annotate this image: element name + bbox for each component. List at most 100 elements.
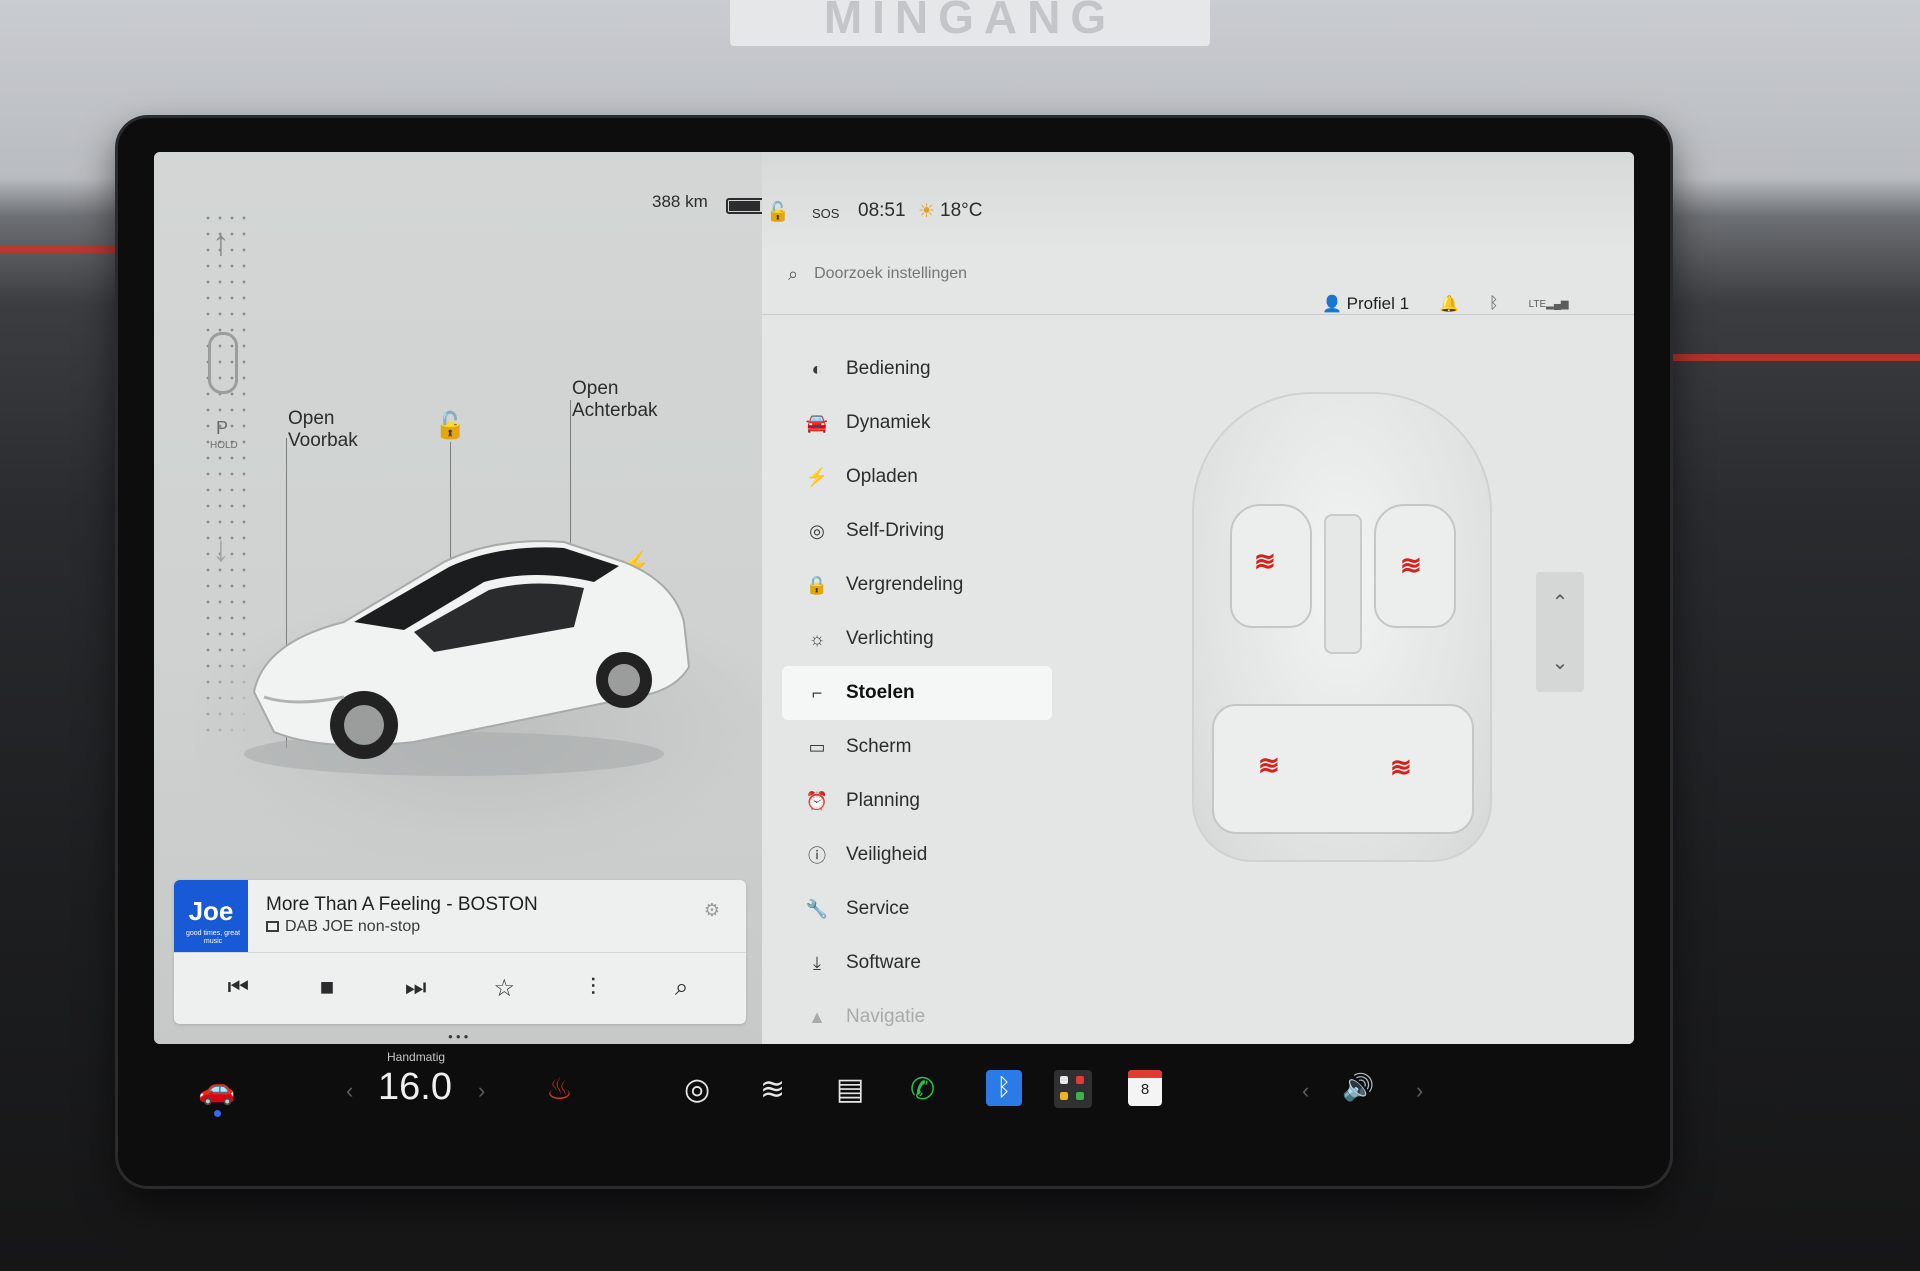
dashboard-accent-right: [1660, 354, 1920, 361]
menu-label: Scherm: [846, 736, 912, 757]
menu-label: Stoelen: [846, 682, 915, 703]
profile-bar: 👤 Profiel 1 🔔 ᛒ LTE▂▄▆: [1322, 294, 1569, 314]
car-3d-model: [234, 492, 734, 782]
bolt-icon: ⚡: [805, 466, 829, 487]
menu-item-opladen[interactable]: ⚡ Opladen: [782, 450, 1052, 504]
menu-label: Veiligheid: [846, 844, 928, 865]
station-name-text: DAB JOE non-stop: [285, 918, 421, 935]
stop-icon[interactable]: ■: [307, 974, 347, 1002]
profile-person-icon: 👤: [1322, 296, 1342, 313]
menu-item-veiligheid[interactable]: ⓘ Veiligheid: [782, 828, 1052, 882]
search-divider: [762, 314, 1634, 315]
menu-label: Verlichting: [846, 628, 934, 649]
scroll-up-chevron-icon[interactable]: ⌃: [1552, 590, 1569, 615]
car-icon: 🚘: [805, 412, 829, 433]
menu-item-stoelen[interactable]: ⌐ Stoelen: [782, 666, 1052, 720]
battery-icon: [726, 198, 766, 214]
volume-icon[interactable]: 🔊: [1342, 1072, 1374, 1103]
volume-down-chevron-icon[interactable]: ‹: [1302, 1078, 1309, 1104]
scroll-control: ⌃ ⌄: [1536, 572, 1584, 692]
gear-up-arrow-icon[interactable]: ↑: [212, 222, 230, 264]
previous-track-icon[interactable]: ⏮: [218, 974, 258, 1002]
menu-item-dynamiek[interactable]: 🚘 Dynamiek: [782, 396, 1052, 450]
page-indicator-dots: ●●●: [448, 1032, 472, 1041]
menu-item-planning[interactable]: ⏰ Planning: [782, 774, 1052, 828]
temp-up-chevron-icon[interactable]: ›: [478, 1078, 485, 1104]
unlock-icon[interactable]: 🔓: [434, 410, 466, 441]
download-icon: ⤓: [813, 952, 821, 973]
seat-heater-driver-icon[interactable]: ≋: [1254, 546, 1276, 577]
bluetooth-status-icon[interactable]: ᛒ: [1489, 295, 1499, 313]
search-input[interactable]: [814, 265, 1235, 283]
open-frunk-button[interactable]: Open Voorbak: [288, 408, 358, 452]
menu-item-self-driving[interactable]: ◎ Self-Driving: [782, 504, 1052, 558]
seat-heater-rear-right-icon[interactable]: ≋: [1390, 752, 1412, 783]
steering-wheel-heat-icon[interactable]: ◎: [684, 1072, 710, 1107]
menu-item-vergrendeling[interactable]: 🔒 Vergrendeling: [782, 558, 1052, 612]
phone-icon[interactable]: ✆: [910, 1072, 935, 1107]
car-icon[interactable]: 🚗: [198, 1072, 235, 1107]
rear-bench: [1212, 704, 1474, 834]
light-icon: ☼: [808, 628, 826, 649]
seat-heater-passenger-icon[interactable]: ≋: [1400, 550, 1422, 581]
menu-item-navigatie[interactable]: ▲ Navigatie: [782, 990, 1052, 1044]
equalizer-icon[interactable]: ⫶: [573, 974, 613, 1002]
menu-label: Software: [846, 952, 921, 973]
gear-down-arrow-icon[interactable]: ↓: [212, 528, 230, 570]
media-search-icon[interactable]: ⌕: [662, 974, 702, 1002]
notification-bell-icon[interactable]: 🔔: [1439, 294, 1459, 314]
app-launcher-icon[interactable]: [1054, 1070, 1092, 1108]
next-track-icon[interactable]: ⏭: [396, 974, 436, 1002]
temp-down-chevron-icon[interactable]: ‹: [346, 1078, 353, 1104]
menu-label: Self-Driving: [846, 520, 945, 541]
calendar-day: 8: [1140, 1081, 1150, 1098]
weather-sun-icon: ☀: [918, 201, 936, 222]
seat-heater-icon[interactable]: ♨: [546, 1072, 573, 1107]
menu-item-software[interactable]: ⤓ Software: [782, 936, 1052, 990]
steering-wheel-icon: ◎: [809, 520, 825, 541]
menu-label: Opladen: [846, 466, 918, 487]
favorite-star-icon[interactable]: ☆: [484, 974, 524, 1003]
menu-item-service[interactable]: 🔧 Service: [782, 882, 1052, 936]
media-player: Joe good times, great music More Than A …: [174, 880, 746, 1024]
bluetooth-icon[interactable]: ᛒ: [986, 1070, 1022, 1106]
media-controls: ⏮ ■ ⏭ ☆ ⫶ ⌕: [174, 958, 746, 1018]
menu-item-scherm[interactable]: ▭ Scherm: [782, 720, 1052, 774]
trunk-label-line1: Open: [572, 378, 619, 399]
menu-label: Service: [846, 898, 910, 919]
menu-label: Navigatie: [846, 1006, 926, 1027]
calendar-header: [1128, 1070, 1162, 1078]
station-logo[interactable]: Joe good times, great music: [174, 880, 248, 952]
seat-icon: ⌐: [811, 682, 823, 703]
toggle-icon: ◐: [811, 358, 823, 379]
display-icon: ▭: [808, 736, 826, 757]
volume-up-chevron-icon[interactable]: ›: [1416, 1078, 1423, 1104]
settings-search[interactable]: ⌕: [788, 252, 1308, 296]
frunk-label-line2: Voorbak: [288, 430, 358, 451]
calendar-icon[interactable]: 8: [1128, 1070, 1162, 1106]
source-settings-icon[interactable]: ⚙: [704, 900, 720, 921]
outside-temperature: 18°C: [940, 200, 983, 221]
open-trunk-button[interactable]: Open Achterbak: [572, 378, 658, 422]
lte-signal-icon: LTE▂▄▆: [1528, 298, 1569, 310]
menu-label: Dynamiek: [846, 412, 931, 433]
settings-panel: 🔓 SOS 08:51 ☀ 18°C ⌕ 👤 Profiel 1 🔔 ᛒ LTE…: [762, 152, 1634, 1044]
warning-icon: ⓘ: [808, 846, 826, 866]
menu-label: Planning: [846, 790, 920, 811]
rear-defrost-icon[interactable]: ▤: [836, 1072, 864, 1107]
lock-status-icon[interactable]: 🔓: [766, 200, 790, 224]
gear-car-icon: [208, 332, 238, 394]
cabin-temperature[interactable]: 16.0: [378, 1066, 452, 1109]
menu-item-verlichting[interactable]: ☼ Verlichting: [782, 612, 1052, 666]
sos-indicator[interactable]: SOS: [812, 206, 839, 221]
profile-button[interactable]: 👤 Profiel 1: [1322, 294, 1409, 314]
scroll-down-chevron-icon[interactable]: ⌄: [1552, 650, 1569, 675]
lock-icon: 🔒: [805, 574, 829, 595]
touchscreen: 388 km ↑ P HOLD ↓ Open Voorbak Open Acht…: [154, 152, 1634, 1044]
seat-heating-diagram: ≋ ≋ ≋ ≋: [1192, 392, 1492, 862]
menu-item-bediening[interactable]: ◐ Bediening: [782, 342, 1052, 396]
settings-menu: ◐ Bediening 🚘 Dynamiek ⚡ Opladen ◎ Self-Driv…: [782, 342, 1052, 1044]
seat-heater-rear-left-icon[interactable]: ≋: [1258, 750, 1280, 781]
front-defrost-icon[interactable]: ≋: [760, 1072, 785, 1107]
menu-label: Bediening: [846, 358, 931, 379]
